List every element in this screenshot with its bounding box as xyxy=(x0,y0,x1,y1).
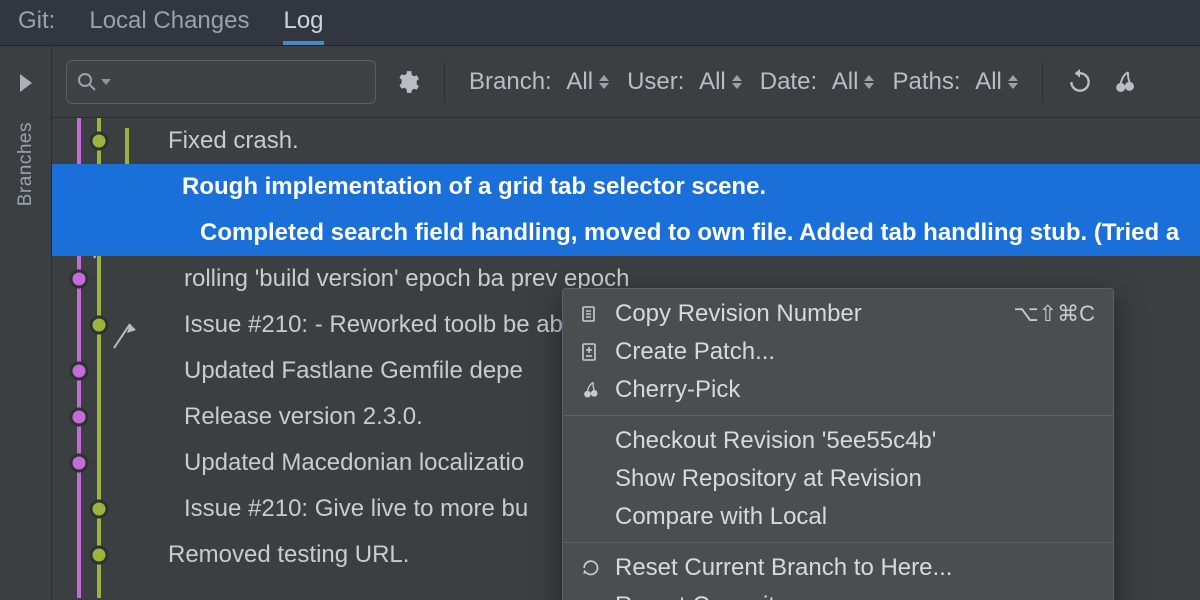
filter-branch-label: Branch: xyxy=(469,68,552,96)
filter-branch[interactable]: Branch: All xyxy=(469,68,609,96)
commit-message: Fixed crash. xyxy=(52,127,299,155)
commit-message: Updated Macedonian localizatio xyxy=(52,449,524,477)
menu-item-label: Copy Revision Number xyxy=(615,300,1001,328)
menu-item-label: Revert Commit xyxy=(615,592,1095,600)
settings-button[interactable] xyxy=(394,69,420,95)
vcs-tabbar: Git: Local Changes Log xyxy=(0,0,1200,46)
commit-message: Issue #210: Give live to more bu xyxy=(52,495,528,523)
filter-date-label: Date: xyxy=(760,68,817,96)
filter-paths-value: All xyxy=(975,68,1002,96)
cherry-icon xyxy=(1111,69,1137,95)
commit-message: Rough implementation of a grid tab selec… xyxy=(52,173,766,201)
search-icon xyxy=(77,72,97,92)
toolbar-separator xyxy=(444,62,445,102)
refresh-button[interactable] xyxy=(1067,69,1093,95)
menu-cherry-pick[interactable]: Cherry-Pick xyxy=(563,371,1113,409)
menu-item-label: Show Repository at Revision xyxy=(615,465,1095,493)
menu-item-label: Create Patch... xyxy=(615,338,1095,366)
menu-reset-branch[interactable]: Reset Current Branch to Here... xyxy=(563,549,1113,587)
filter-user-value: All xyxy=(699,68,726,96)
cherry-icon xyxy=(577,380,603,400)
menu-item-label: Checkout Revision '5ee55c4b' xyxy=(615,427,1095,455)
left-rail: Branches xyxy=(0,46,52,600)
search-input[interactable] xyxy=(117,70,382,93)
copy-icon xyxy=(577,304,603,324)
gear-icon xyxy=(394,69,420,95)
menu-create-patch[interactable]: Create Patch... xyxy=(563,333,1113,371)
menu-item-label: Cherry-Pick xyxy=(615,376,1095,404)
filter-date[interactable]: Date: All xyxy=(760,68,875,96)
rail-branches-label[interactable]: Branches xyxy=(15,122,37,206)
commit-message: Removed testing URL. xyxy=(52,541,409,569)
vcs-title: Git: xyxy=(18,7,55,45)
tab-log[interactable]: Log xyxy=(283,7,323,45)
menu-separator xyxy=(563,415,1113,416)
tab-local-changes[interactable]: Local Changes xyxy=(89,7,249,45)
menu-revert-commit[interactable]: Revert Commit xyxy=(563,587,1113,600)
undo-icon xyxy=(577,558,603,578)
menu-item-label: Reset Current Branch to Here... xyxy=(615,554,1095,582)
expand-rail-icon[interactable] xyxy=(20,74,32,92)
commit-row[interactable]: Completed search field handling, moved t… xyxy=(52,210,1200,256)
commit-message: Issue #210: - Reworked toolb be able to … xyxy=(52,311,636,339)
chevron-updown-icon xyxy=(599,75,609,89)
log-toolbar: Branch: All User: All Date: All Paths: xyxy=(52,46,1200,118)
menu-item-shortcut: ⌥⇧⌘C xyxy=(1013,301,1095,327)
chevron-updown-icon xyxy=(732,75,742,89)
menu-copy-revision[interactable]: Copy Revision Number ⌥⇧⌘C xyxy=(563,295,1113,333)
commit-context-menu: Copy Revision Number ⌥⇧⌘C Create Patch..… xyxy=(562,288,1114,600)
filter-user[interactable]: User: All xyxy=(627,68,742,96)
commit-message: Updated Fastlane Gemfile depe xyxy=(52,357,523,385)
chevron-updown-icon xyxy=(864,75,874,89)
filter-paths-label: Paths: xyxy=(892,68,960,96)
chevron-updown-icon xyxy=(1008,75,1018,89)
commit-message: Release version 2.3.0. xyxy=(52,403,423,431)
toolbar-separator xyxy=(1042,62,1043,102)
menu-checkout-revision[interactable]: Checkout Revision '5ee55c4b' xyxy=(563,422,1113,460)
commit-message: Completed search field handling, moved t… xyxy=(52,219,1179,247)
cherry-pick-button[interactable] xyxy=(1111,69,1137,95)
menu-compare-with-local[interactable]: Compare with Local xyxy=(563,498,1113,536)
menu-show-repo-at-revision[interactable]: Show Repository at Revision xyxy=(563,460,1113,498)
patch-icon xyxy=(577,342,603,362)
commit-message: rolling 'build version' epoch ba prev ep… xyxy=(52,265,629,293)
filter-paths[interactable]: Paths: All xyxy=(892,68,1017,96)
search-history-chevron-icon[interactable] xyxy=(101,79,111,85)
menu-item-label: Compare with Local xyxy=(615,503,1095,531)
menu-separator xyxy=(563,542,1113,543)
refresh-icon xyxy=(1067,69,1093,95)
log-search[interactable] xyxy=(66,60,376,104)
filter-user-label: User: xyxy=(627,68,684,96)
filter-date-value: All xyxy=(832,68,859,96)
commit-row[interactable]: Rough implementation of a grid tab selec… xyxy=(52,164,1200,210)
commit-row[interactable]: Fixed crash. xyxy=(52,118,1200,164)
filter-branch-value: All xyxy=(566,68,593,96)
